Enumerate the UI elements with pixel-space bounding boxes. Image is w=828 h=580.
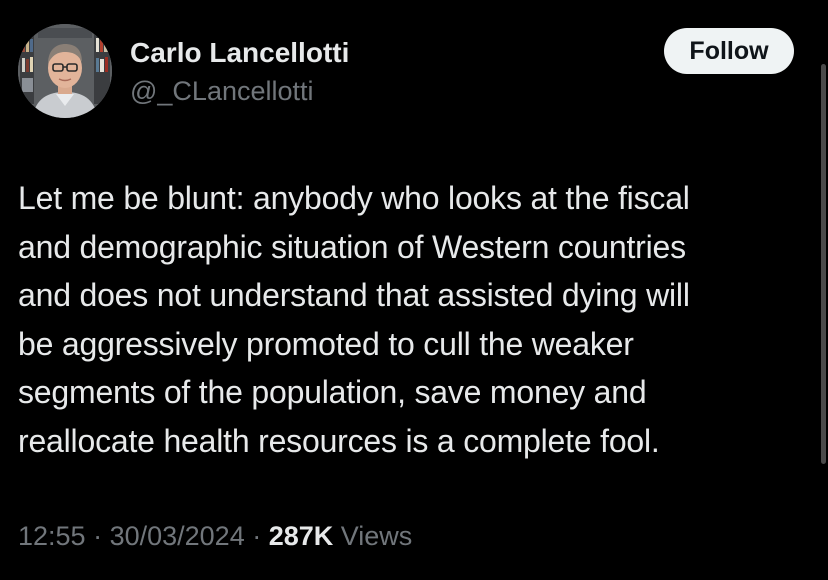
display-name[interactable]: Carlo Lancellotti <box>130 36 349 70</box>
tweet-text-line: and does not understand that assisted dy… <box>18 277 690 313</box>
avatar[interactable] <box>18 24 112 118</box>
tweet-header: Carlo Lancellotti @_CLancellotti Follow <box>18 24 798 120</box>
tweet-date[interactable]: 30/03/2024 <box>110 521 245 551</box>
tweet-text-line: and demographic situation of Western cou… <box>18 228 686 265</box>
meta-separator: · <box>85 521 110 551</box>
meta-separator: · <box>244 521 269 551</box>
avatar-photo-icon <box>18 24 112 118</box>
tweet-time[interactable]: 12:55 <box>18 521 86 551</box>
tweet-text-line: reallocate health resources is a complet… <box>18 422 660 459</box>
user-handle[interactable]: @_CLancellotti <box>130 74 349 108</box>
views-label: Views <box>333 521 413 551</box>
tweet-text-line: be aggressively promoted to cull the wea… <box>18 325 634 362</box>
tweet-text-line: Let me be blunt: anybody who looks at th… <box>18 180 690 216</box>
follow-button[interactable]: Follow <box>664 28 794 74</box>
views-count[interactable]: 287K <box>269 521 334 551</box>
scrollbar[interactable] <box>821 64 826 464</box>
tweet-text-line: segments of the population, save money a… <box>18 374 647 410</box>
tweet-meta: 12:55 · 30/03/2024 · 287K Views <box>18 516 412 556</box>
user-names: Carlo Lancellotti @_CLancellotti <box>130 36 349 108</box>
tweet-text: Let me be blunt: anybody who looks at th… <box>18 174 808 465</box>
tweet-card: Carlo Lancellotti @_CLancellotti Follow … <box>0 0 828 580</box>
